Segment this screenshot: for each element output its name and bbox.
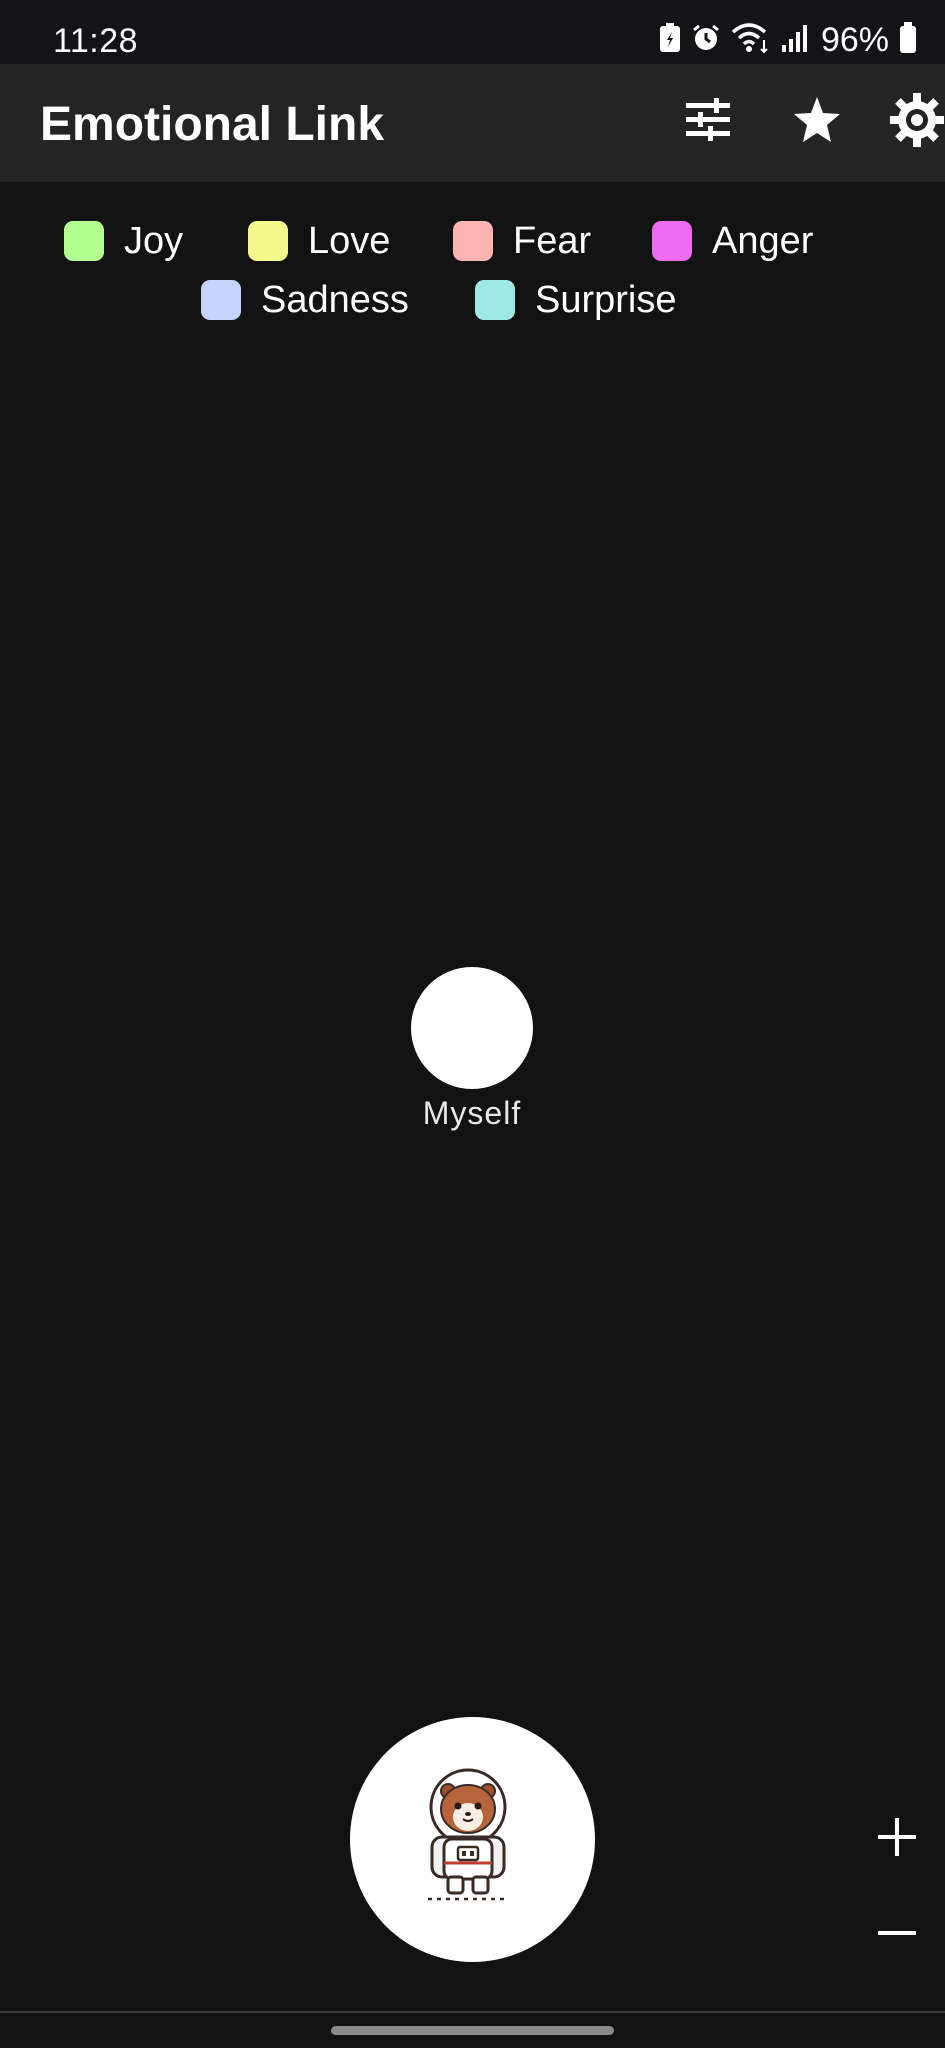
- battery-percent: 96%: [820, 20, 889, 59]
- nav-divider: [0, 2011, 945, 2013]
- settings-button[interactable]: [881, 86, 945, 158]
- legend-swatch: [201, 280, 241, 320]
- legend-item-surprise: Surprise: [475, 275, 677, 325]
- legend-item-fear: Fear: [453, 216, 591, 266]
- star-icon: [792, 96, 842, 149]
- status-icons: 96%: [659, 20, 917, 60]
- legend-label: Fear: [513, 219, 592, 262]
- legend-item-anger: Anger: [652, 216, 813, 266]
- status-bar: 11:28 96%: [0, 0, 945, 64]
- favorites-button[interactable]: [781, 86, 853, 158]
- astronaut-hamster-icon: [418, 1767, 528, 1912]
- battery-icon: [899, 21, 917, 59]
- zoom-in-button[interactable]: [862, 1804, 932, 1874]
- legend-swatch: [453, 221, 493, 261]
- plus-icon: [878, 1817, 916, 1861]
- home-gesture-bar[interactable]: [331, 2026, 614, 2035]
- legend-swatch: [248, 221, 288, 261]
- app-bar: Emotional Link: [0, 64, 945, 182]
- legend-swatch: [475, 280, 515, 320]
- minus-icon: [878, 1914, 916, 1957]
- legend-label: Love: [308, 219, 391, 262]
- zoom-out-button[interactable]: [862, 1900, 932, 1970]
- signal-icon: [781, 23, 809, 58]
- battery-saver-icon: [659, 22, 681, 58]
- profile-fab-button[interactable]: [350, 1717, 595, 1962]
- legend-row-2: Sadness Surprise: [0, 275, 945, 325]
- legend-item-joy: Joy: [64, 216, 183, 266]
- legend-item-sadness: Sadness: [201, 275, 409, 325]
- myself-node[interactable]: [411, 967, 533, 1089]
- tune-icon: [684, 97, 732, 147]
- legend-label: Sadness: [261, 278, 409, 321]
- alarm-icon: [691, 23, 721, 58]
- filter-button[interactable]: [672, 86, 744, 158]
- legend-label: Joy: [124, 219, 184, 262]
- myself-node-label: Myself: [422, 1095, 522, 1131]
- legend-swatch: [652, 221, 692, 261]
- legend-label: Anger: [712, 219, 814, 262]
- legend-swatch: [64, 221, 104, 261]
- wifi-icon: [731, 22, 771, 59]
- settings-icon: [889, 92, 945, 153]
- legend-row-1: Joy Love Fear Anger: [0, 216, 945, 266]
- app-title: Emotional Link: [40, 98, 385, 151]
- legend-label: Surprise: [535, 278, 677, 321]
- status-time: 11:28: [53, 22, 139, 60]
- legend-item-love: Love: [248, 216, 390, 266]
